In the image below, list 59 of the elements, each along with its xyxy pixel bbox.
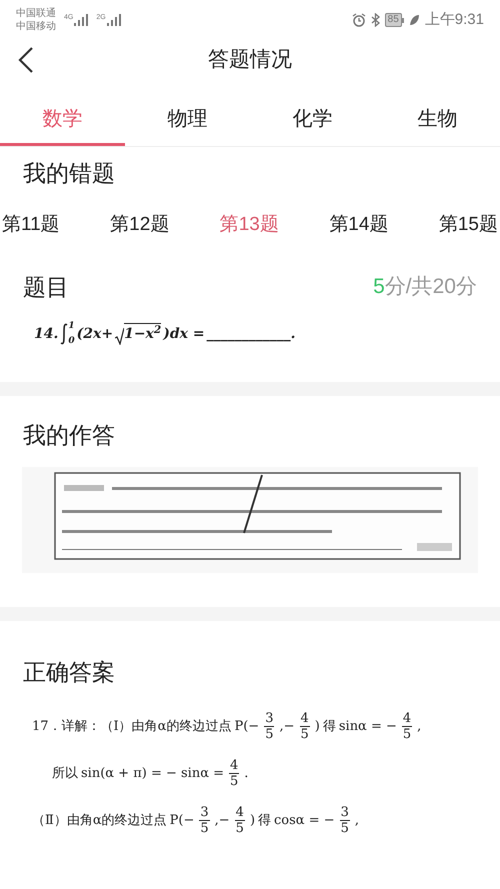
subject-tab[interactable]: 生物	[375, 94, 500, 146]
lower-limit: 0	[68, 337, 75, 346]
math-text: 得	[258, 812, 272, 830]
upper-limit: 1	[68, 322, 75, 331]
math-text: ,	[417, 718, 422, 736]
carrier-name: 中国联通	[16, 7, 56, 20]
section-title: 题目	[23, 272, 69, 302]
subject-tab[interactable]: 数学	[0, 94, 125, 146]
signal-icon	[74, 14, 88, 26]
fraction: 4 5	[402, 711, 412, 742]
fraction: 3 5	[340, 805, 350, 836]
math-text: P(−	[234, 718, 260, 736]
math-text: ____________.	[206, 324, 296, 344]
math-text: sinα = −	[338, 718, 397, 736]
math-text: cosα = −	[274, 812, 335, 830]
battery-level: 85	[384, 13, 402, 27]
fraction: 3 5	[199, 805, 210, 836]
question-tab[interactable]: 第14题	[329, 211, 388, 240]
fraction: 4 5	[234, 805, 245, 836]
math-text: 得	[322, 718, 336, 736]
math-text: 17．详解：（Ⅰ）由角α的终边过点	[32, 718, 232, 736]
score-value: 5	[373, 274, 385, 300]
bluetooth-icon	[370, 13, 380, 27]
math-text: )	[314, 718, 320, 736]
score-total: 分/共20分	[384, 274, 477, 300]
math-text: 14.	[34, 324, 58, 344]
math-text: 所以	[52, 764, 78, 783]
math-text: ,	[354, 812, 360, 830]
alarm-clock-icon	[352, 13, 366, 27]
battery-tip	[402, 18, 404, 22]
fraction: 3 5	[264, 711, 274, 742]
math-text: sin(α + π) = − sinα =	[81, 764, 224, 783]
section-title: 我的错题	[22, 159, 116, 188]
carrier-name: 中国移动	[16, 20, 56, 33]
math-text: ,−	[279, 718, 294, 736]
question-tab[interactable]: 第15题	[438, 211, 498, 240]
section-title: 我的作答	[22, 421, 116, 450]
fraction: 4 5	[229, 758, 240, 789]
clock-time: 上午9:31	[424, 10, 484, 30]
signal-icon	[106, 14, 121, 26]
integral-icon	[60, 323, 68, 345]
math-text: .	[244, 764, 248, 783]
math-text: (2x+	[76, 324, 114, 344]
section-title: 正确答案	[22, 658, 116, 686]
fraction: 4 5	[300, 711, 310, 742]
math-text: )	[250, 812, 256, 830]
radical-icon	[115, 327, 124, 345]
page-title: 答题情况	[208, 47, 292, 74]
question-tab[interactable]: 第12题	[110, 211, 170, 240]
math-text: ,−	[214, 812, 230, 830]
subject-tab[interactable]: 化学	[250, 94, 375, 146]
math-text: P(−	[170, 812, 194, 830]
leaf-icon	[408, 14, 420, 26]
question-tab[interactable]: 第11题	[2, 211, 60, 240]
math-text: （Ⅱ）由角α的终边过点	[32, 812, 167, 830]
math-text: )dx =	[163, 324, 205, 344]
question-tab[interactable]: 第13题	[220, 211, 279, 240]
subject-tab[interactable]: 物理	[125, 94, 250, 146]
math-text: 1−x$^{2}$	[124, 323, 162, 345]
